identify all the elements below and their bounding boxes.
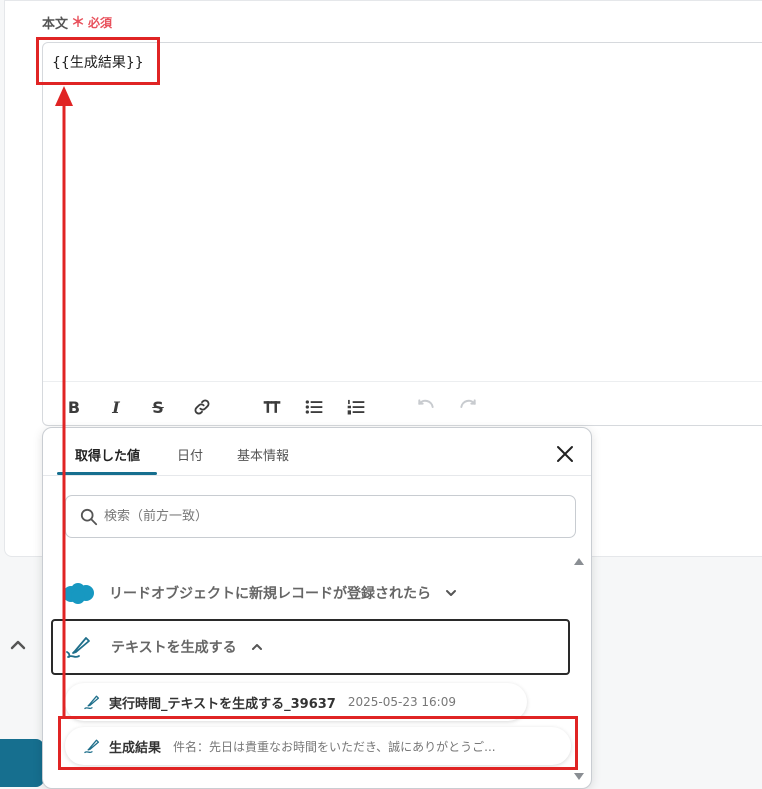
numbered-list-button[interactable]	[345, 396, 367, 418]
group-label: テキストを生成する	[111, 640, 237, 656]
undo-icon	[418, 399, 434, 408]
item-name: 実行時間_テキストを生成する_39637	[109, 696, 336, 712]
close-icon[interactable]	[555, 444, 575, 464]
body-editor[interactable]: {{生成結果}} B I S	[42, 42, 762, 426]
strikethrough-icon: S	[152, 397, 164, 417]
primary-button-partial[interactable]	[0, 739, 44, 787]
tab-date[interactable]: 日付	[177, 445, 203, 464]
redo-button[interactable]	[457, 396, 479, 418]
group-generate-text[interactable]: テキストを生成する	[51, 619, 570, 675]
bullet-list-button[interactable]	[303, 396, 325, 418]
italic-button[interactable]: I	[105, 396, 127, 418]
required-text: 必須	[88, 15, 113, 30]
chevron-down-icon	[446, 590, 456, 596]
redo-icon	[460, 399, 476, 408]
undo-button[interactable]	[415, 396, 437, 418]
text-size-icon	[263, 401, 281, 413]
text-size-button[interactable]	[261, 396, 283, 418]
tab-acquired-values[interactable]: 取得した値	[75, 445, 140, 464]
scrollbar[interactable]	[573, 558, 585, 786]
link-icon	[194, 399, 210, 415]
editor-toolbar: B I S	[43, 381, 762, 427]
bullet-list-icon	[305, 400, 323, 414]
strikethrough-button[interactable]: S	[147, 396, 169, 418]
italic-icon: I	[112, 397, 120, 417]
ai-pen-icon	[84, 695, 100, 710]
chevron-up-icon	[251, 644, 262, 650]
search-input[interactable]	[104, 509, 524, 524]
list-item[interactable]: 生成結果 件名：先日は貴重なお時間をいただき、誠にありがとうご...	[65, 727, 571, 765]
link-button[interactable]	[191, 396, 213, 418]
editor-content[interactable]: {{生成結果}}	[52, 52, 144, 72]
search-box[interactable]	[65, 495, 576, 538]
group-lead-object-trigger[interactable]: リードオブジェクトに新規レコードが登録されたら	[61, 575, 457, 611]
collapse-chevron-icon[interactable]	[9, 636, 27, 654]
item-value: 件名：先日は貴重なお時間をいただき、誠にありがとうご...	[173, 739, 496, 754]
required-mark: ＊	[71, 15, 86, 31]
group-label: リードオブジェクトに新規レコードが登録されたら	[109, 586, 431, 602]
variable-picker-panel: 取得した値 日付 基本情報 リードオブジェクトに新規レコードが登録されたら テキ…	[42, 427, 592, 789]
tab-basic-info[interactable]: 基本情報	[237, 445, 289, 464]
scroll-down-arrow-icon[interactable]	[574, 773, 584, 780]
item-name: 生成結果	[109, 740, 162, 756]
bold-button[interactable]: B	[63, 396, 85, 418]
ai-pen-icon	[66, 637, 90, 658]
field-label: 本文 ＊ 必須	[42, 12, 112, 32]
search-icon	[80, 508, 98, 525]
numbered-list-icon	[347, 399, 365, 415]
active-tab-indicator	[57, 472, 157, 475]
item-value: 2025-05-23 16:09	[347, 695, 456, 709]
bold-icon: B	[67, 397, 81, 417]
field-label-text: 本文	[42, 16, 69, 32]
scroll-up-arrow-icon[interactable]	[574, 558, 584, 565]
ai-pen-icon	[84, 739, 100, 754]
picker-tabs: 取得した値 日付 基本情報	[43, 428, 591, 476]
list-item[interactable]: 実行時間_テキストを生成する_39637 2025-05-23 16:09	[65, 683, 527, 721]
salesforce-cloud-icon	[63, 583, 94, 604]
